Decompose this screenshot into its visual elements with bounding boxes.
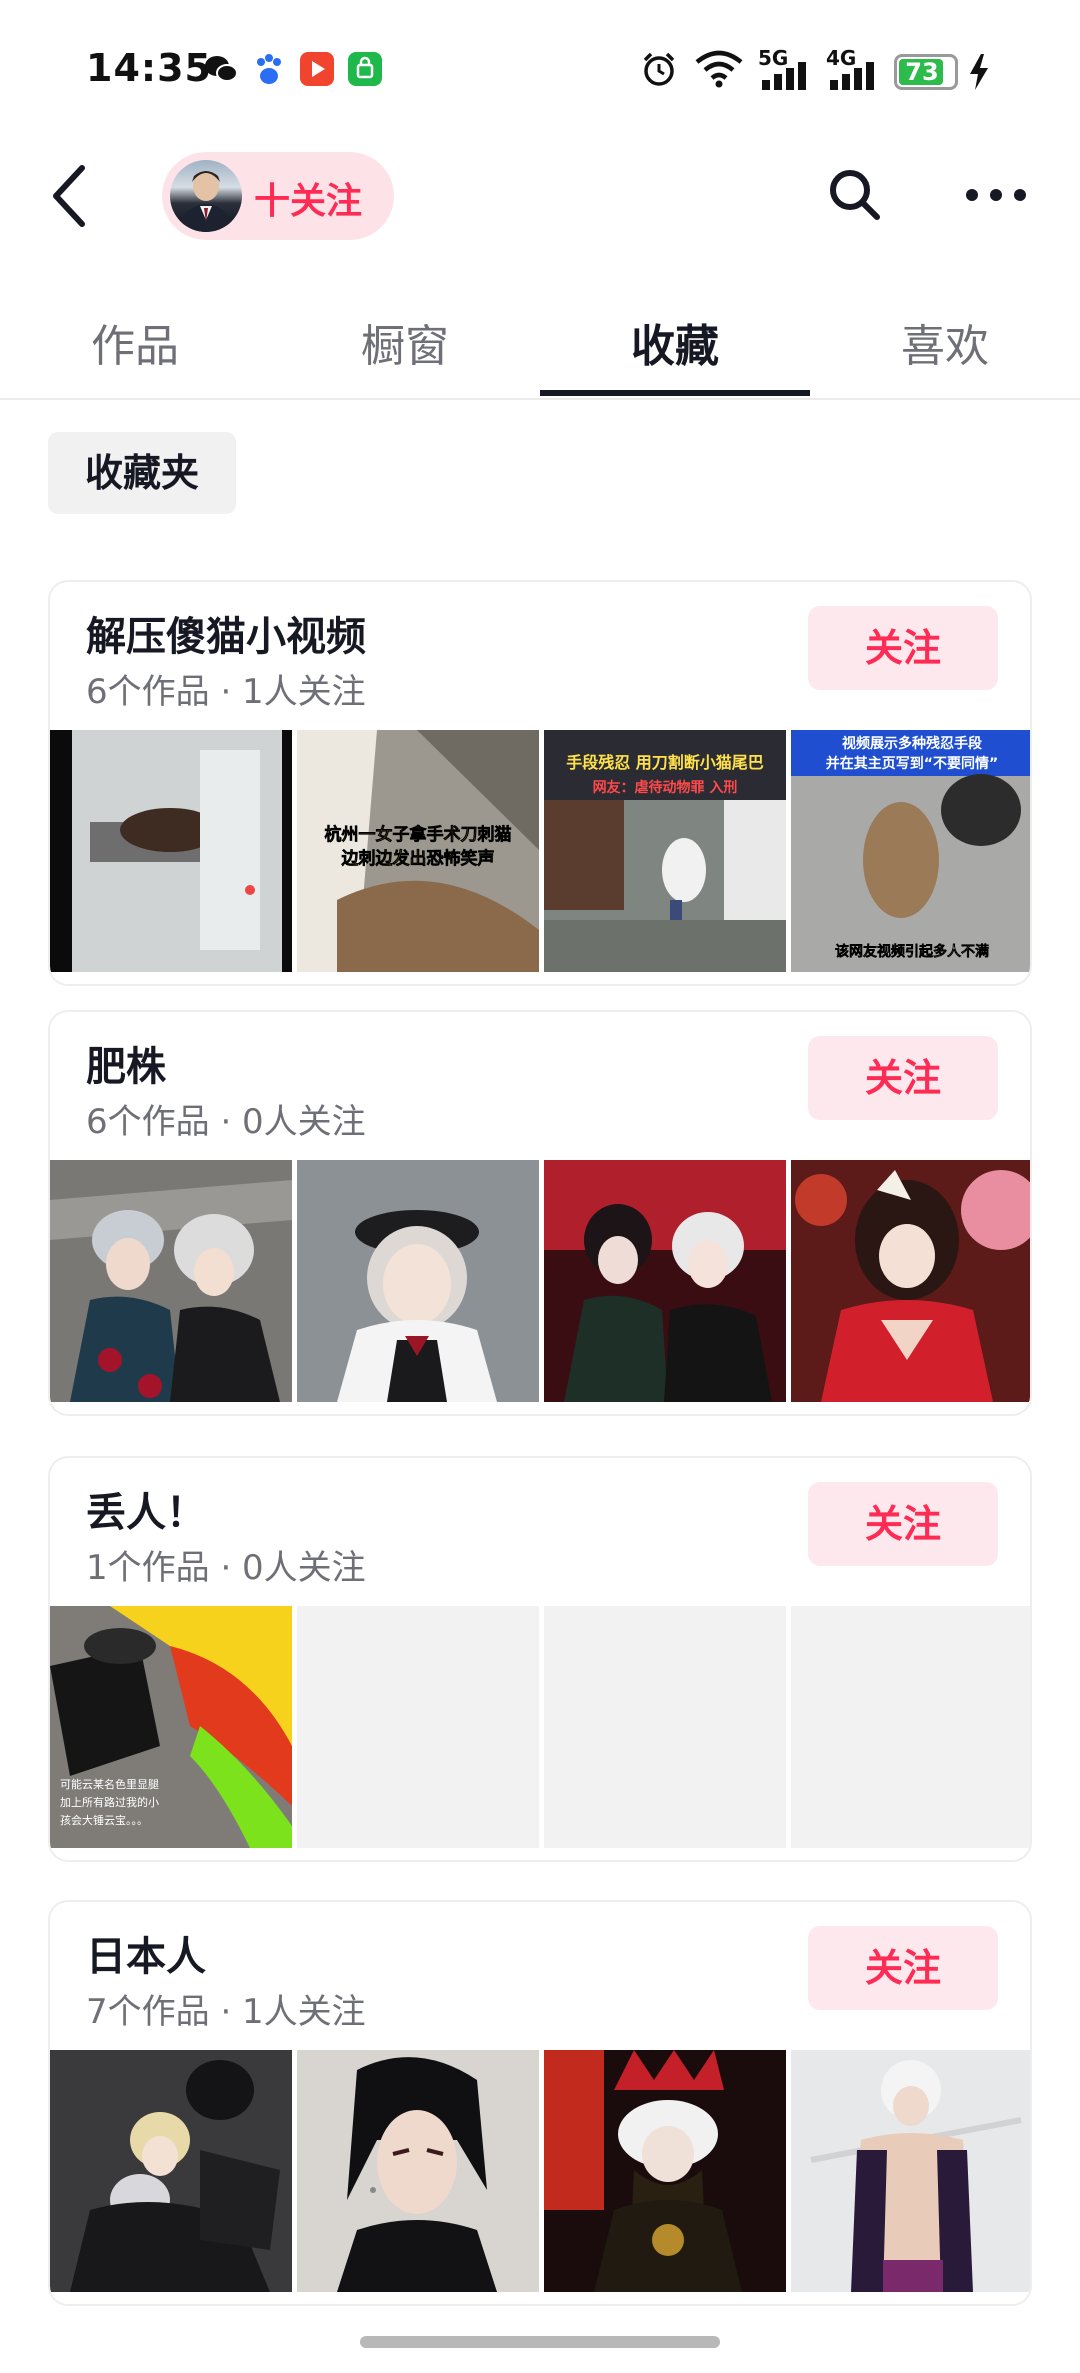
follow-author-pill[interactable]: 十关注 bbox=[162, 152, 394, 240]
folder-thumbnails: 杭州一女子拿手术刀刺猫 边刺边发出恐怖笑声 手段残忍 用刀割断小猫尾巴 网友：虐… bbox=[50, 730, 1030, 972]
follow-folder-button[interactable]: 关注 bbox=[808, 1482, 998, 1566]
video-thumbnail[interactable] bbox=[297, 2050, 539, 2292]
video-thumbnail[interactable] bbox=[50, 730, 292, 972]
folder-meta: 1个作品 · 0人关注 bbox=[86, 1548, 366, 1588]
tab-likes[interactable]: 喜欢 bbox=[810, 310, 1080, 374]
search-icon bbox=[830, 170, 880, 220]
folder-card[interactable]: 丢人！ 1个作品 · 0人关注 关注 可能云某名色里显腿 加上所有路过我的小 孩… bbox=[48, 1456, 1032, 1862]
avatar bbox=[170, 160, 242, 232]
charging-icon bbox=[968, 54, 990, 90]
favorites-folder-chip[interactable]: 收藏夹 bbox=[48, 432, 236, 514]
back-button[interactable] bbox=[44, 160, 96, 232]
tab-showcase[interactable]: 橱窗 bbox=[270, 310, 540, 374]
folder-title: 日本人 bbox=[86, 1934, 206, 1980]
folder-meta: 6个作品 · 1人关注 bbox=[86, 672, 366, 712]
signal-icon bbox=[760, 62, 812, 90]
video-thumbnail[interactable] bbox=[544, 2050, 786, 2292]
thumbnail-caption: 边刺边发出恐怖笑声 bbox=[341, 848, 495, 869]
status-bar: 14:35 5G 4G 73 bbox=[0, 0, 1080, 140]
empty-thumbnail-slot bbox=[544, 1606, 786, 1848]
folder-card[interactable]: 解压傻猫小视频 6个作品 · 1人关注 关注 杭州一女子拿手术刀刺猫 边刺边发出… bbox=[48, 580, 1032, 986]
video-thumbnail[interactable] bbox=[297, 1160, 539, 1402]
more-button[interactable] bbox=[964, 180, 1028, 210]
thumbnail-caption: 可能云某名色里显腿 bbox=[60, 1777, 159, 1791]
thumbnail-caption: 孩会大锤云宝。。。 bbox=[60, 1813, 148, 1827]
video-thumbnail[interactable] bbox=[50, 2050, 292, 2292]
empty-thumbnail-slot bbox=[791, 1606, 1030, 1848]
follow-folder-button[interactable]: 关注 bbox=[808, 1036, 998, 1120]
search-button[interactable] bbox=[826, 166, 882, 222]
video-thumbnail[interactable]: 杭州一女子拿手术刀刺猫 边刺边发出恐怖笑声 bbox=[297, 730, 539, 972]
signal-icon-2 bbox=[828, 62, 880, 90]
video-thumbnail[interactable] bbox=[50, 1160, 292, 1402]
thumbnail-caption: 杭州一女子拿手术刀刺猫 bbox=[325, 824, 512, 845]
tab-favorites[interactable]: 收藏 bbox=[540, 310, 810, 374]
thumbnail-caption: 手段残忍 用刀割断小猫尾巴 bbox=[566, 753, 764, 772]
wechat-icon bbox=[204, 52, 238, 86]
more-icon bbox=[966, 189, 1026, 201]
folder-thumbnails bbox=[50, 2050, 1030, 2292]
baidu-icon bbox=[252, 52, 286, 86]
thumbnail-caption: 该网友视频引起多人不满 bbox=[835, 943, 989, 960]
alarm-icon bbox=[640, 50, 678, 88]
thumbnail-caption: 并在其主页写到“不要同情” bbox=[826, 755, 998, 772]
follow-folder-button[interactable]: 关注 bbox=[808, 1926, 998, 2010]
active-tab-indicator bbox=[540, 390, 810, 396]
tab-works[interactable]: 作品 bbox=[0, 310, 270, 374]
wifi-icon bbox=[694, 50, 744, 88]
folder-title: 丢人！ bbox=[86, 1490, 206, 1536]
folder-meta: 6个作品 · 0人关注 bbox=[86, 1102, 366, 1142]
folder-title: 解压傻猫小视频 bbox=[86, 614, 366, 660]
thumbnail-caption: 视频展示多种残忍手段 bbox=[842, 735, 982, 752]
thumbnail-caption: 网友：虐待动物罪 入刑 bbox=[593, 779, 738, 796]
video-thumbnail[interactable]: 可能云某名色里显腿 加上所有路过我的小 孩会大锤云宝。。。 bbox=[50, 1606, 292, 1848]
folder-meta: 7个作品 · 1人关注 bbox=[86, 1992, 366, 2032]
status-time: 14:35 bbox=[86, 46, 212, 90]
video-thumbnail[interactable] bbox=[791, 1160, 1030, 1402]
video-thumbnail[interactable]: 视频展示多种残忍手段 并在其主页写到“不要同情” 该网友视频引起多人不满 bbox=[791, 730, 1030, 972]
video-thumbnail[interactable] bbox=[544, 1160, 786, 1402]
shop-app-icon bbox=[348, 52, 382, 86]
battery-icon: 73 bbox=[894, 54, 958, 90]
thumbnail-caption: 加上所有路过我的小 bbox=[60, 1795, 159, 1809]
video-thumbnail[interactable]: 手段残忍 用刀割断小猫尾巴 网友：虐待动物罪 入刑 bbox=[544, 730, 786, 972]
empty-thumbnail-slot bbox=[297, 1606, 539, 1848]
folder-card[interactable]: 肥株 6个作品 · 0人关注 关注 bbox=[48, 1010, 1032, 1416]
video-app-icon bbox=[300, 52, 334, 86]
home-indicator[interactable] bbox=[360, 2336, 720, 2348]
folder-card[interactable]: 日本人 7个作品 · 1人关注 关注 bbox=[48, 1900, 1032, 2306]
folder-thumbnails: 可能云某名色里显腿 加上所有路过我的小 孩会大锤云宝。。。 bbox=[50, 1606, 1030, 1848]
back-icon bbox=[53, 165, 85, 227]
battery-level: 73 bbox=[905, 58, 939, 86]
follow-author-label: 十关注 bbox=[254, 181, 363, 222]
video-thumbnail[interactable] bbox=[791, 2050, 1030, 2292]
follow-folder-button[interactable]: 关注 bbox=[808, 606, 998, 690]
profile-tabs: 作品 橱窗 收藏 喜欢 bbox=[0, 290, 1080, 400]
folder-title: 肥株 bbox=[86, 1044, 166, 1090]
folder-thumbnails bbox=[50, 1160, 1030, 1402]
